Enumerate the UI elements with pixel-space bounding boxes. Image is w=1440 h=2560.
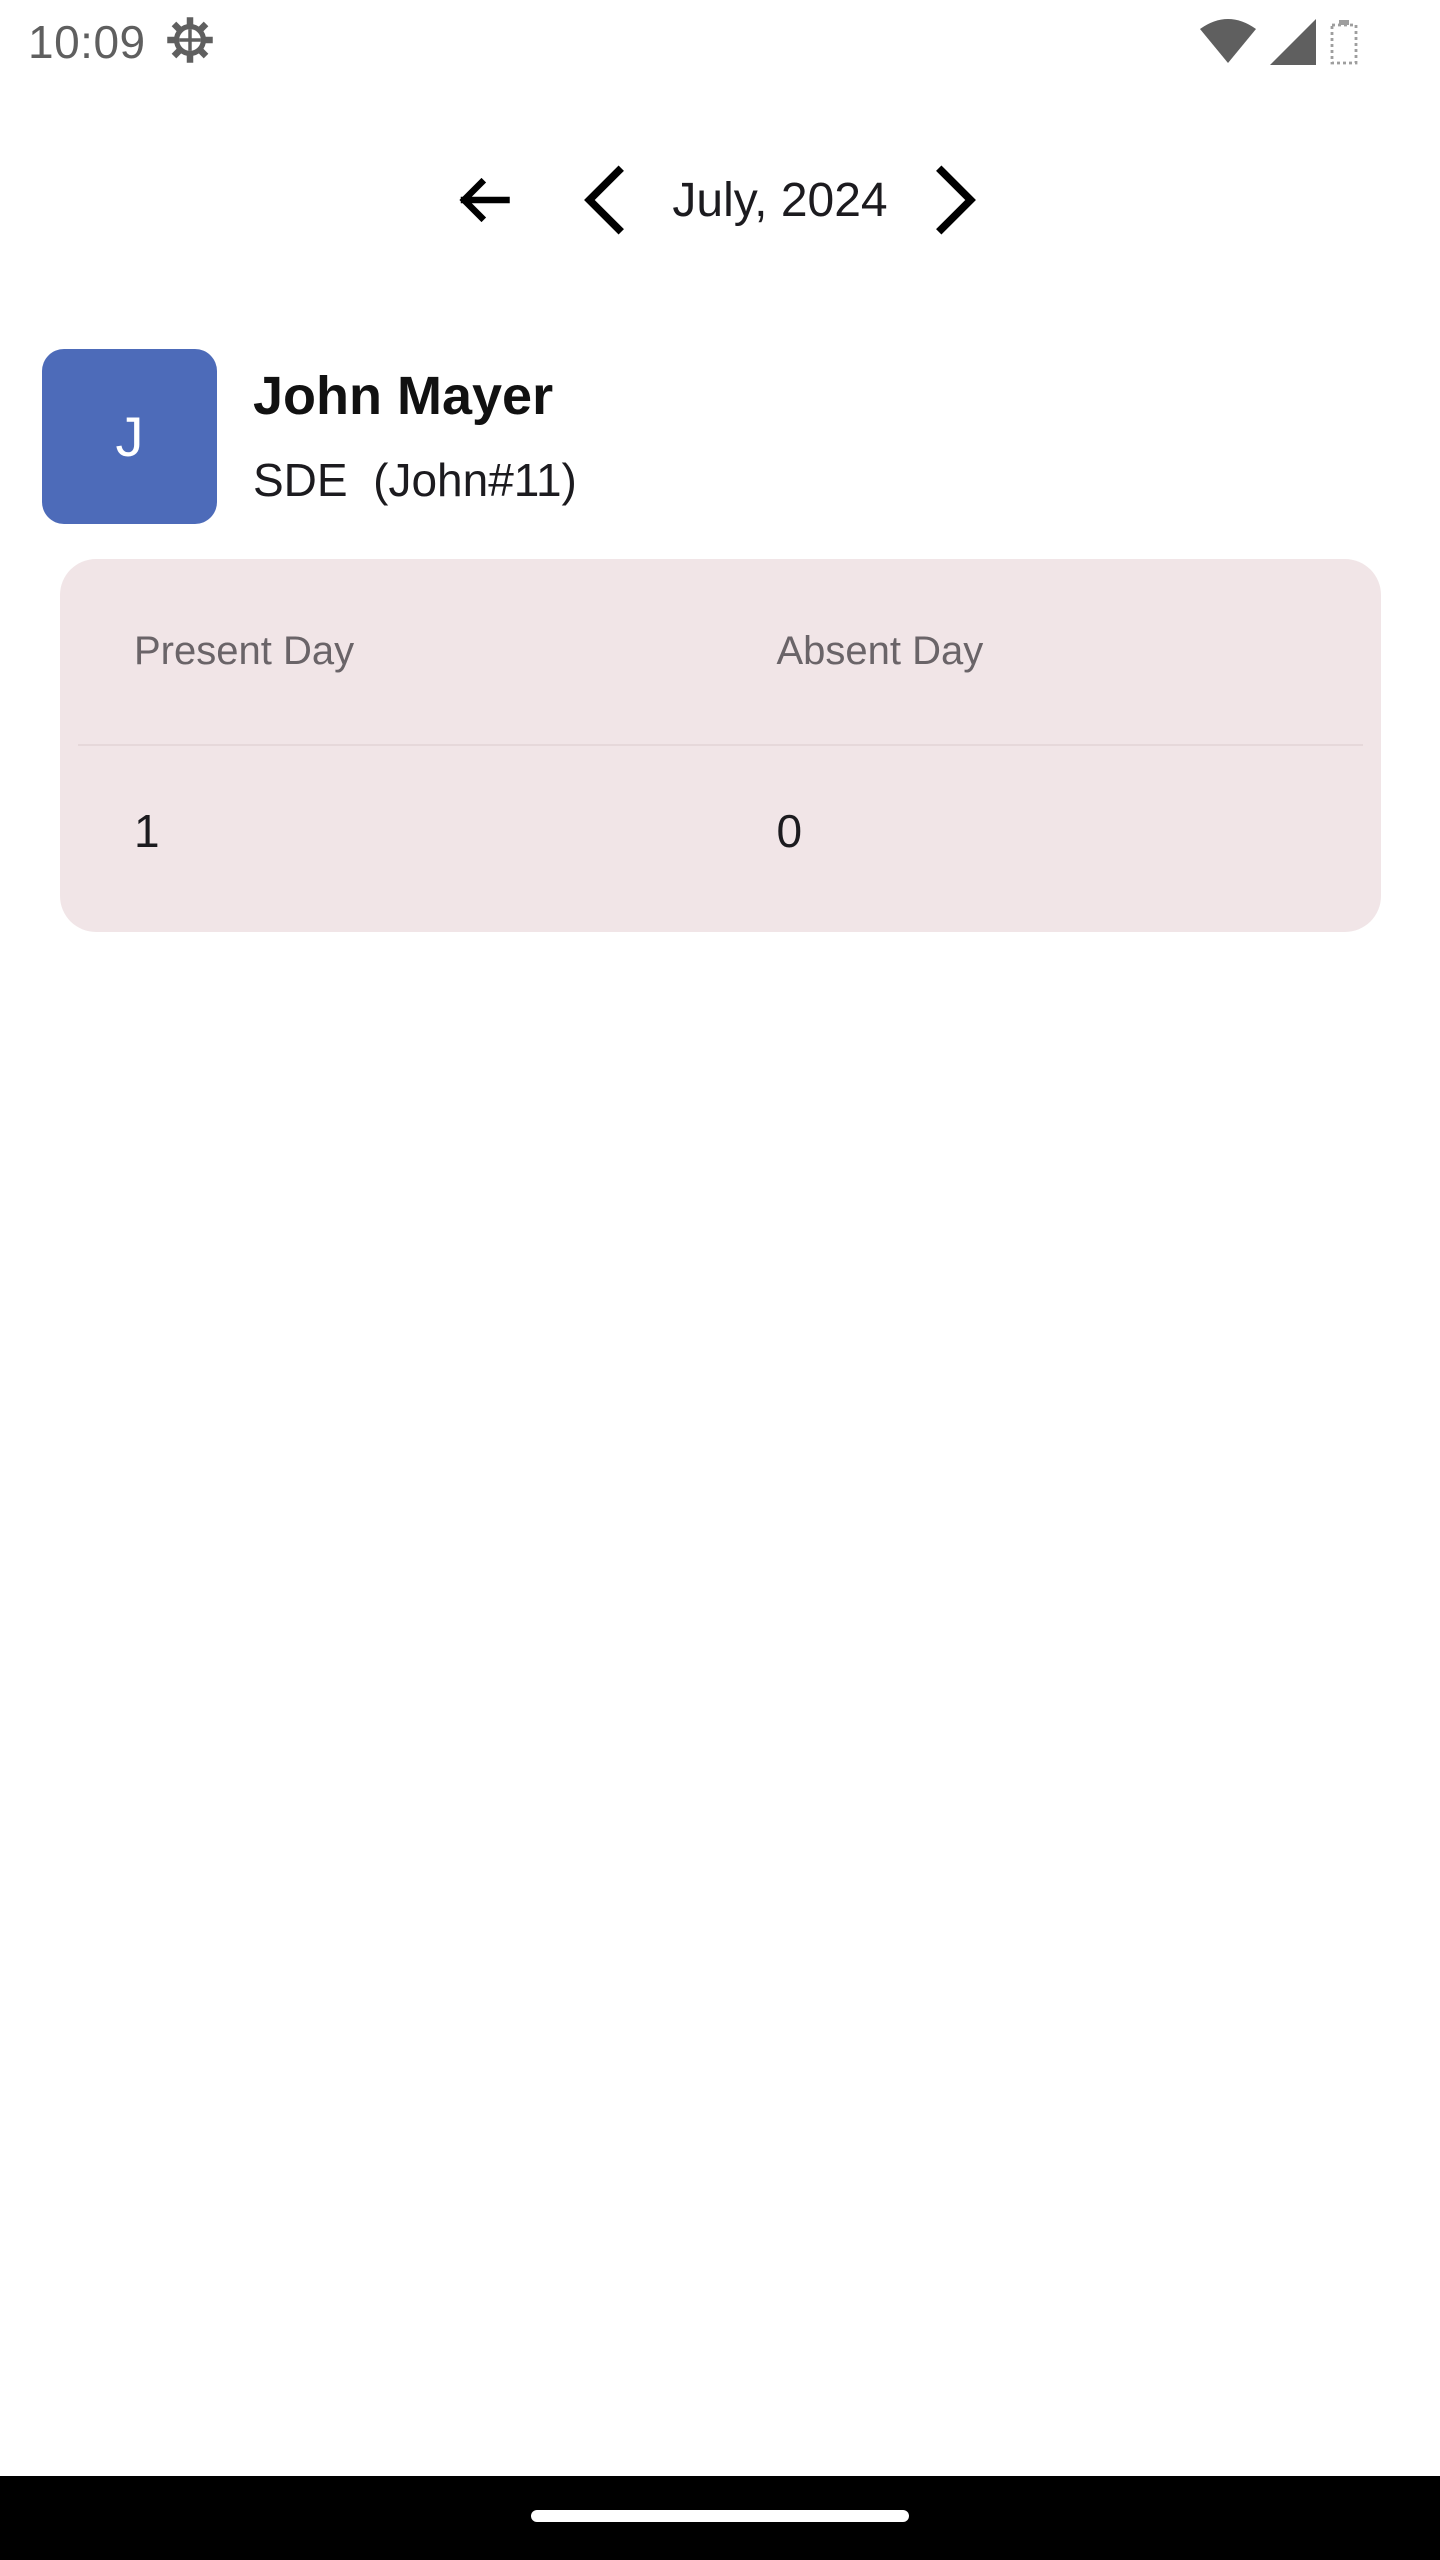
status-bar: 10:09 [0, 0, 1440, 84]
status-left: 10:09 [28, 14, 216, 71]
employee-info: John Mayer SDE (John#11) [253, 365, 577, 507]
back-button[interactable] [436, 152, 532, 248]
present-day-header: Present Day [134, 629, 355, 673]
system-nav-bar [0, 2476, 1440, 2560]
chevron-right-icon [926, 165, 986, 235]
employee-name: John Mayer [253, 366, 554, 426]
table-header-row: Present Day Absent Day [78, 559, 1363, 746]
employee-role-id: SDE (John#11) [253, 454, 577, 506]
attendance-summary-card: Present Day Absent Day 1 0 [60, 559, 1381, 932]
month-navigator: July, 2024 [0, 150, 1440, 250]
wifi-icon [1200, 19, 1256, 65]
status-time: 10:09 [28, 16, 146, 68]
status-right [1200, 19, 1360, 65]
previous-month-button[interactable] [556, 152, 652, 248]
absent-day-value: 0 [776, 805, 803, 857]
battery-icon [1330, 19, 1360, 65]
arrow-back-icon [454, 170, 514, 230]
present-day-value: 1 [134, 805, 160, 857]
table-row: 1 0 [78, 746, 1363, 916]
avatar-initial: J [115, 404, 144, 468]
cell-signal-icon [1270, 19, 1316, 65]
attendance-screen: 10:09 July, 2024 J John Mayer SDE (John#… [0, 0, 1440, 2560]
chevron-left-icon [574, 165, 634, 235]
month-label: July, 2024 [672, 173, 888, 227]
employee-header: J John Mayer SDE (John#11) [42, 348, 1398, 524]
absent-day-header: Absent Day [776, 629, 984, 673]
avatar: J [42, 348, 217, 524]
settings-gear-icon [164, 14, 216, 71]
home-gesture-handle[interactable] [531, 2510, 909, 2522]
next-month-button[interactable] [908, 152, 1004, 248]
